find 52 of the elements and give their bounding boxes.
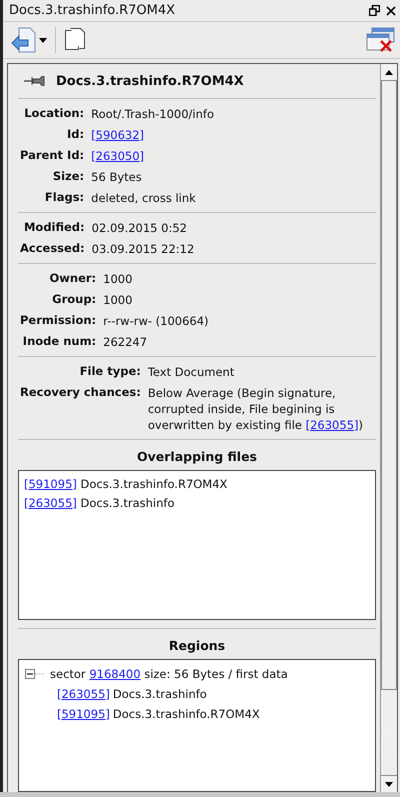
field-label: Parent Id: xyxy=(19,148,84,164)
section-title: Regions xyxy=(168,637,226,655)
field-label: Location: xyxy=(23,106,84,122)
field-label: Permission: xyxy=(19,313,96,329)
link[interactable]: 9168400 xyxy=(89,667,141,681)
field-label: Recovery chances: xyxy=(19,385,141,401)
collapse-icon[interactable] xyxy=(25,669,45,679)
field-label: Group: xyxy=(51,292,96,308)
scroll-up-icon[interactable] xyxy=(381,64,397,81)
link[interactable]: [590632] xyxy=(91,128,144,142)
field-label: Accessed: xyxy=(19,241,85,257)
file-name: Docs.3.trashinfo xyxy=(112,687,207,701)
field-label: Id: xyxy=(66,127,84,143)
field-label: Owner: xyxy=(48,271,96,287)
close-icon[interactable] xyxy=(386,6,396,16)
copy-icon[interactable] xyxy=(64,27,86,53)
field-value: 56 Bytes xyxy=(91,169,143,185)
file-name: Docs.3.trashinfo.R7OM4X xyxy=(80,477,228,491)
link[interactable]: [591095] xyxy=(24,477,77,491)
field-value: 03.09.2015 22:12 xyxy=(92,241,196,257)
field-label: Modified: xyxy=(22,220,85,236)
region-label: sector 9168400 size: 56 Bytes / first data xyxy=(50,667,288,681)
link[interactable]: [263055] xyxy=(306,418,358,432)
field-value: deleted, cross link xyxy=(91,190,197,206)
link[interactable]: [591095] xyxy=(57,707,110,721)
field-value: Below Average (Begin signature, corrupted inside, File begining is overwritten by existing file [263055]) xyxy=(148,385,364,433)
file-name: Docs.3.trashinfo.R7OM4X xyxy=(112,707,260,721)
back-document-icon[interactable] xyxy=(11,26,37,54)
field-value: 262247 xyxy=(103,334,148,350)
field-label: Flags: xyxy=(44,190,84,206)
field-value: r--rw-rw- (100664) xyxy=(103,313,210,329)
field-label: File type: xyxy=(78,364,141,380)
close-panels-icon[interactable] xyxy=(366,27,396,53)
link[interactable]: [263055] xyxy=(24,496,77,510)
field-value: Root/.Trash-1000/info xyxy=(91,106,215,122)
float-icon[interactable] xyxy=(369,5,380,16)
field-label: Inode num: xyxy=(22,334,96,350)
scrollbar-thumb[interactable] xyxy=(381,81,397,690)
pushpin-icon xyxy=(24,76,46,86)
field-value: Text Document xyxy=(148,364,236,380)
file-name: Docs.3.trashinfo xyxy=(80,496,174,510)
file-name: Docs.3.trashinfo.R7OM4X xyxy=(56,74,244,88)
window-title: Docs.3.trashinfo.R7OM4X xyxy=(9,3,176,18)
field-value: 1000 xyxy=(103,271,134,287)
link[interactable]: [263055] xyxy=(57,687,110,701)
field-value: 02.09.2015 0:52 xyxy=(92,220,188,236)
field-label: Size: xyxy=(52,169,84,185)
section-title: Overlapping files xyxy=(136,448,258,466)
link[interactable]: [263050] xyxy=(91,149,144,163)
field-value: 1000 xyxy=(103,292,134,308)
scroll-down-icon[interactable] xyxy=(381,775,397,792)
caret-icon[interactable] xyxy=(39,38,47,42)
